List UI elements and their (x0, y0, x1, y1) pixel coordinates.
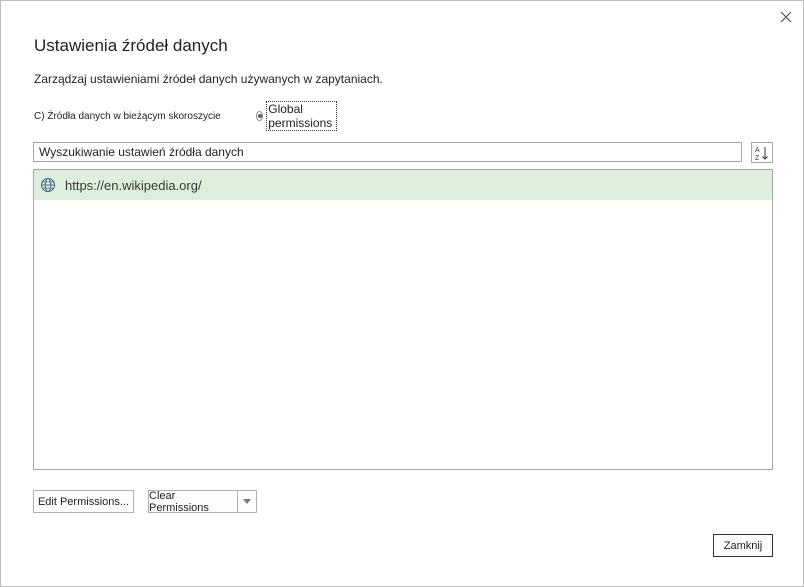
close-icon[interactable] (775, 7, 797, 27)
search-input[interactable] (33, 142, 742, 162)
globe-icon (40, 177, 56, 193)
chevron-down-icon (243, 499, 251, 504)
sort-az-icon: A Z (755, 146, 768, 161)
radio-global-permissions[interactable]: Global permissions (256, 101, 338, 131)
scope-radio-group: C) Źródła danych w bieżącym skoroszycie … (34, 101, 338, 131)
radio-current-workbook[interactable]: C) Źródła danych w bieżącym skoroszycie (34, 111, 221, 122)
svg-text:A: A (755, 147, 760, 154)
sort-button[interactable]: A Z (751, 142, 773, 163)
svg-text:Z: Z (755, 155, 760, 161)
data-source-url: https://en.wikipedia.org/ (65, 177, 202, 193)
close-button[interactable]: Zamknij (713, 534, 773, 557)
radio-selected-icon (256, 111, 264, 121)
data-source-list[interactable]: https://en.wikipedia.org/ (33, 169, 773, 470)
list-item[interactable]: https://en.wikipedia.org/ (34, 170, 772, 200)
clear-permissions-split-button: Clear Permissions (148, 490, 257, 514)
dialog-subtitle: Zarządzaj ustawieniami źródeł danych uży… (34, 72, 383, 86)
radio-global-permissions-label: Global permissions (266, 101, 338, 131)
clear-permissions-dropdown[interactable] (238, 491, 256, 512)
data-source-settings-dialog: Ustawienia źródeł danych Zarządzaj ustaw… (0, 0, 804, 587)
clear-permissions-button[interactable]: Clear Permissions (149, 490, 238, 514)
radio-current-workbook-label: C) Źródła danych w bieżącym skoroszycie (34, 110, 221, 122)
dialog-title: Ustawienia źródeł danych (34, 36, 228, 55)
edit-permissions-button[interactable]: Edit Permissions... (33, 490, 134, 513)
